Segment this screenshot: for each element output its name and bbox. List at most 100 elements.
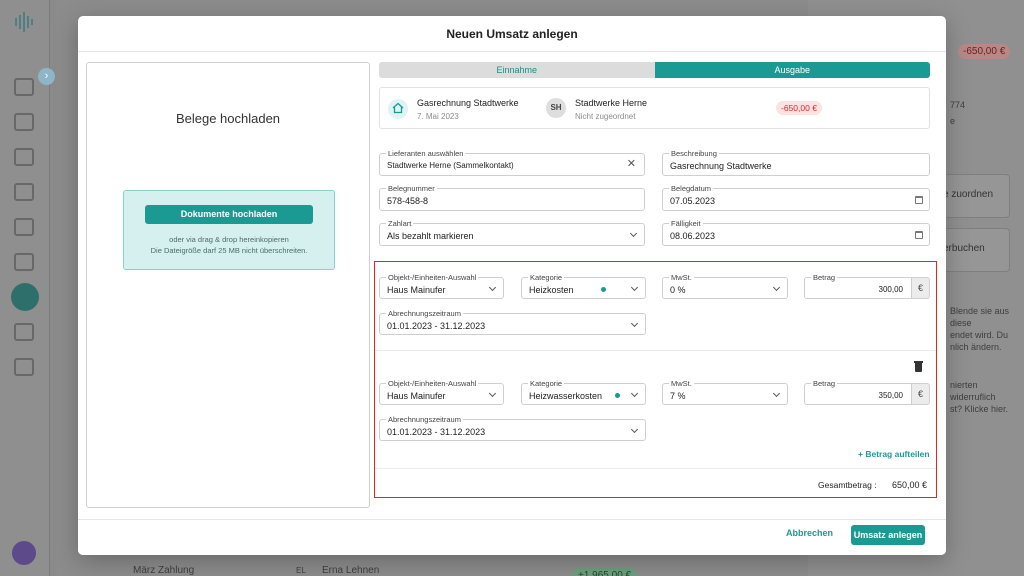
field-label: Abrechnungszeitraum [386,415,463,424]
chevron-down-icon [488,283,497,292]
field-label: Objekt-/Einheiten-Auswahl [386,273,479,282]
dashboard-icon[interactable] [14,78,34,96]
amount-input[interactable]: Betrag 350,00 [804,379,912,405]
field-label: MwSt. [669,273,694,282]
payment-type-select[interactable]: Zahlart Als bezahlt markieren [379,219,645,246]
field-value: 01.01.2023 - 31.12.2023 [387,427,486,437]
background-text: 774 [950,100,966,110]
description-field[interactable]: Beschreibung Gasrechnung Stadtwerke [662,149,930,176]
create-transaction-button[interactable]: Umsatz anlegen [851,525,925,545]
receipt-number-field[interactable]: Belegnummer 578-458-8 [379,184,645,211]
object-select[interactable]: Objekt-/Einheiten-Auswahl Haus Mainufer [379,273,504,299]
transaction-type-toggle: Einnahme Ausgabe [379,62,930,78]
clear-icon[interactable]: ✕ [627,159,636,170]
background-info-line: diese [950,318,972,328]
background-text: e [950,116,956,126]
field-value: 7 % [670,391,686,401]
field-value: Haus Mainufer [387,391,446,401]
background-card-label: e zuordnen [943,189,994,200]
vat-select[interactable]: MwSt. 0 % [662,273,788,299]
transaction-summary-card: Gasrechnung Stadtwerke 7. Mai 2023 SH St… [379,87,930,129]
chevron-down-icon [772,283,781,292]
field-label: MwSt. [669,379,694,388]
status-dot [615,393,620,398]
home-icon[interactable] [14,113,34,131]
tenants-icon[interactable] [14,148,34,166]
chat-icon[interactable] [12,541,36,565]
field-label: Objekt-/Einheiten-Auswahl [386,379,479,388]
app-logo [15,12,33,32]
tab-income[interactable]: Einnahme [379,62,655,78]
field-value: 08.06.2023 [670,231,716,241]
background-info-line: endet wird. Du [950,330,1009,340]
calendar-icon[interactable] [915,231,923,239]
tab-expense[interactable]: Ausgabe [654,62,930,78]
due-date-field[interactable]: Fälligkeit 08.06.2023 [662,219,930,246]
house-icon [388,99,408,119]
trash-icon[interactable] [914,361,923,372]
status-dot [601,287,606,292]
background-info-line: widerruflich [950,392,996,402]
object-select[interactable]: Objekt-/Einheiten-Auswahl Haus Mainufer [379,379,504,405]
field-value: Heizkosten [529,285,574,295]
receipt-date-field[interactable]: Belegdatum 07.05.2023 [662,184,930,211]
field-label: Kategorie [528,273,565,282]
background-info-line: st? Klicke hier. [950,404,1009,414]
summary-date: 7. Mai 2023 [417,112,459,121]
category-select[interactable]: Kategorie Heizwasserkosten [521,379,646,405]
field-value: Stadtwerke Herne (Sammelkontakt) [387,161,514,170]
background-row-title: März Zahlung [133,565,195,576]
background-row-avatar: EL [296,566,306,575]
cancel-button[interactable]: Abbrechen [786,528,833,538]
background-amount-badge: -650,00 € [958,44,1011,59]
chevron-down-icon [629,229,638,238]
billing-period-select[interactable]: Abrechnungszeitraum 01.01.2023 - 31.12.2… [379,415,646,441]
supplier-select[interactable]: Lieferanten auswählen Stadtwerke Herne (… [379,149,645,176]
field-value: 07.05.2023 [670,196,716,206]
file-drop-zone[interactable]: Dokumente hochladen oder via drag & drop… [123,190,335,270]
field-label: Abrechnungszeitraum [386,309,463,318]
total-label: Gesamtbetrag : [818,480,877,490]
chevron-down-icon [630,319,639,328]
field-label: Belegnummer [386,184,437,193]
field-value: 578-458-8 [387,196,429,206]
background-card-label: erbuchen [943,243,985,254]
contracts-icon[interactable] [14,218,34,236]
size-hint: Die Dateigröße darf 25 MB nicht überschr… [150,246,308,255]
field-label: Beschreibung [669,149,719,158]
drop-hint: oder via drag & drop hereinkopieren [169,235,289,244]
background-info-line: nlich ändern. [950,342,1002,352]
create-transaction-modal: Neuen Umsatz anlegen Belege hochladen Do… [78,16,946,555]
box-icon[interactable] [14,358,34,376]
sidebar-collapse-button[interactable]: › [38,68,55,85]
calendar-icon[interactable] [915,196,923,204]
split-amount-link[interactable]: + Betrag aufteilen [858,449,930,459]
currency-addon: € [912,277,930,299]
billing-period-select[interactable]: Abrechnungszeitraum 01.01.2023 - 31.12.2… [379,309,646,335]
summary-partner: Stadtwerke Herne [575,98,648,108]
sidebar [0,0,50,576]
reports-icon[interactable] [14,253,34,271]
chevron-down-icon [630,425,639,434]
field-value: 01.01.2023 - 31.12.2023 [387,321,486,331]
summary-title: Gasrechnung Stadtwerke [417,98,519,108]
mail-icon[interactable] [14,323,34,341]
currency-addon: € [912,383,930,405]
chevron-down-icon [772,389,781,398]
documents-icon[interactable] [14,183,34,201]
amount-input[interactable]: Betrag 300,00 [804,273,912,299]
avatar: SH [546,98,566,118]
field-label: Zahlart [386,219,414,228]
bank-icon[interactable] [11,283,39,311]
vat-select[interactable]: MwSt. 7 % [662,379,788,405]
category-select[interactable]: Kategorie Heizkosten [521,273,646,299]
field-label: Belegdatum [669,184,714,193]
upload-documents-button[interactable]: Dokumente hochladen [145,205,313,224]
upload-title: Belege hochladen [175,111,281,126]
amount-value: 300,00 [878,285,903,294]
amount-value: 350,00 [878,391,903,400]
field-value: Heizwasserkosten [529,391,603,401]
field-label: Fälligkeit [669,219,703,228]
modal-title: Neuen Umsatz anlegen [78,16,946,52]
background-info-line: Blende sie aus [950,306,1010,316]
